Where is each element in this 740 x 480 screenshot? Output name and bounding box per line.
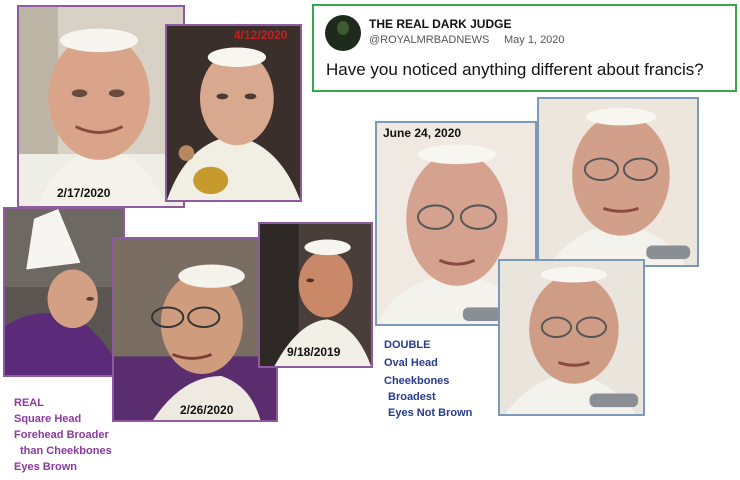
portrait-image — [500, 261, 643, 414]
double-caption-line: Oval Head — [384, 357, 438, 369]
photo-real-4-12-2020 — [165, 24, 302, 202]
photo-real-mitre — [3, 207, 125, 377]
avatar[interactable] — [325, 15, 361, 51]
portrait-image — [114, 239, 276, 420]
real-caption-line: Forehead Broader — [14, 429, 109, 441]
real-caption: REAL Square Head Forehead Broader than C… — [14, 396, 112, 474]
photo-real-2-17-2020 — [17, 5, 185, 208]
photo-date-label: 2/26/2020 — [180, 403, 234, 417]
portrait-image — [5, 209, 123, 375]
photo-date-label: 9/18/2019 — [287, 345, 341, 359]
photo-double-bottom — [498, 259, 645, 416]
real-caption-line: than Cheekbones — [20, 445, 112, 457]
photo-date-label: 2/17/2020 — [57, 186, 111, 200]
tweet-author-handle[interactable]: @ROYALMRBADNEWS — [369, 34, 489, 46]
portrait-image — [539, 99, 697, 265]
photo-date-label: 4/12/2020 — [234, 28, 288, 42]
tweet-date[interactable]: May 1, 2020 — [504, 34, 565, 46]
photo-double-top-right — [537, 97, 699, 267]
real-caption-line: REAL — [14, 397, 44, 409]
real-caption-line: Eyes Brown — [14, 461, 77, 473]
photo-real-2-26-2020 — [112, 237, 278, 422]
real-caption-line: Square Head — [14, 413, 82, 425]
portrait-image — [19, 7, 183, 206]
double-caption-line: DOUBLE — [384, 339, 431, 351]
double-caption: DOUBLE Oval Head Cheekbones Broadest Eye… — [384, 338, 472, 420]
portrait-image — [167, 26, 300, 200]
double-caption-line: Cheekbones — [384, 375, 450, 387]
photo-date-label: June 24, 2020 — [383, 126, 462, 140]
tweet-card: THE REAL DARK JUDGE @ROYALMRBADNEWS May … — [312, 4, 737, 92]
tweet-text: Have you noticed anything different abou… — [326, 60, 704, 79]
tweet-author-name[interactable]: THE REAL DARK JUDGE — [369, 17, 511, 31]
double-caption-line: Eyes Not Brown — [388, 407, 473, 419]
double-caption-line: Broadest — [388, 391, 436, 403]
